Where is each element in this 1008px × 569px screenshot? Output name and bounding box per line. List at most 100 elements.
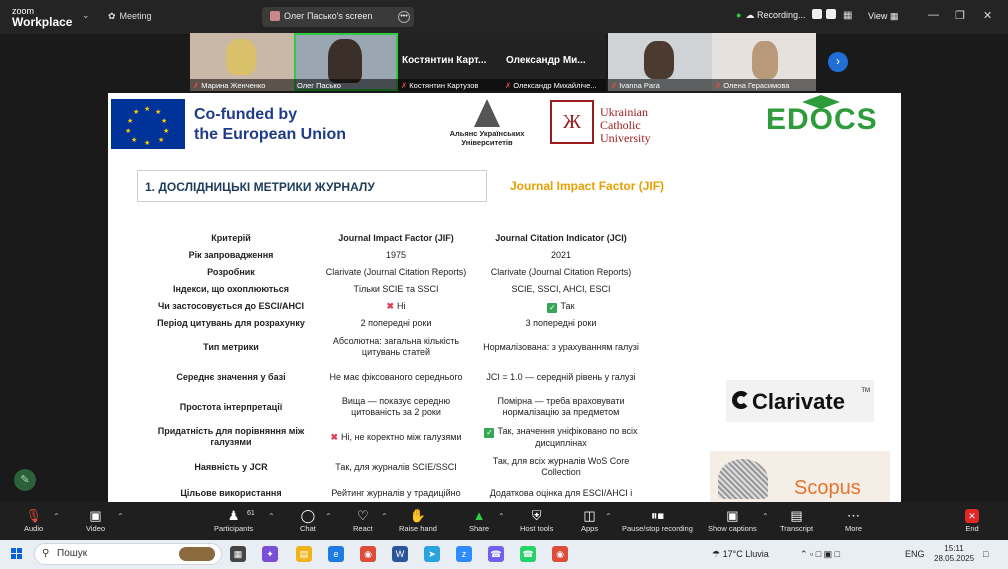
copilot-icon[interactable]: ✦ bbox=[262, 546, 278, 562]
section-title: 1. ДОСЛІДНИЦЬКІ МЕТРИКИ ЖУРНАЛУ bbox=[137, 170, 487, 202]
grid-icon[interactable]: ▦ bbox=[843, 10, 852, 21]
show-captions-button[interactable]: ▣ Show captions bbox=[708, 508, 757, 533]
video-options-caret-icon[interactable]: ⌃ bbox=[117, 512, 124, 521]
pause-stop-recording-button[interactable]: ⏸⏹ Pause/stop recording bbox=[622, 508, 693, 533]
windows-taskbar: ⚲ Пошук ▦ ✦ ▤ e ◉ W ➤ z ☎ ☎ ◉ ☂ 17°C Llu… bbox=[0, 540, 1008, 569]
captions-caret-icon[interactable]: ⌃ bbox=[762, 512, 769, 521]
participant-tile[interactable]: ✗ Олена Герасимова bbox=[712, 33, 816, 91]
table-header-row: Критерій Journal Impact Factor (JIF) Jou… bbox=[146, 230, 646, 247]
next-participants-button[interactable]: › bbox=[828, 52, 848, 72]
clarivate-logo: Clarivate TM bbox=[726, 380, 874, 422]
participants-caret-icon[interactable]: ⌃ bbox=[268, 512, 275, 521]
word-icon[interactable]: W bbox=[392, 546, 408, 562]
hand-icon: ✋ bbox=[409, 508, 427, 523]
file-explorer-icon[interactable]: ▤ bbox=[296, 546, 312, 562]
share-caret-icon[interactable]: ⌃ bbox=[498, 512, 505, 521]
audio-options-caret-icon[interactable]: ⌃ bbox=[53, 512, 60, 521]
transcript-button[interactable]: ▤ Transcript bbox=[780, 508, 813, 533]
zoom-app-icon[interactable]: z bbox=[456, 546, 472, 562]
chrome-profile-icon[interactable]: ◉ bbox=[552, 546, 568, 562]
chat-caret-icon[interactable]: ⌃ bbox=[325, 512, 332, 521]
search-icon: ⚲ bbox=[42, 548, 50, 559]
recording-indicator[interactable]: ● ☁ Recording... bbox=[736, 9, 836, 21]
shield-icon: ● bbox=[736, 10, 742, 20]
react-button[interactable]: ♡ React bbox=[353, 508, 373, 533]
captions-icon: ▣ bbox=[726, 508, 739, 523]
chrome-icon[interactable]: ◉ bbox=[360, 546, 376, 562]
participant-tile[interactable]: Костянтин Карт... ✗ Костянтин Картузов bbox=[398, 33, 502, 91]
video-button[interactable]: ▣ Video bbox=[86, 508, 105, 533]
table-row: Наявність у JCR Так, для журналів SCIE/S… bbox=[194, 456, 630, 477]
raise-hand-button[interactable]: ✋ Raise hand bbox=[399, 508, 437, 533]
end-meeting-button[interactable]: ✕ End bbox=[965, 508, 979, 533]
meeting-toolbar: 🎙 Audio ⌃ ▣ Video ⌃ ♟ Participants 61 ⌃ ◯ Ch… bbox=[0, 502, 1008, 540]
paw-icon: ✿ bbox=[108, 11, 116, 21]
avatar bbox=[270, 11, 280, 21]
pause-recording-icon[interactable] bbox=[812, 9, 822, 19]
participant-tile-active[interactable]: Олег Пасько bbox=[294, 33, 398, 91]
system-tray-icons[interactable]: ⌃ ▫ □ ▣ □ bbox=[800, 549, 840, 560]
more-options-icon[interactable]: ••• bbox=[398, 11, 410, 23]
apps-caret-icon[interactable]: ⌃ bbox=[605, 512, 612, 521]
participant-video bbox=[328, 39, 362, 83]
close-icon[interactable]: ✕ bbox=[983, 9, 992, 22]
cross-mark-icon: ✖ bbox=[330, 431, 339, 442]
scopus-logo: Scopus bbox=[710, 451, 890, 502]
table-row: Рік запровадження 1975 2021 bbox=[188, 250, 572, 260]
chat-button[interactable]: ◯ Chat bbox=[300, 508, 316, 533]
participant-tile[interactable]: ✗ Ivanna Para bbox=[608, 33, 712, 91]
taskbar-search-input[interactable]: ⚲ Пошук bbox=[34, 543, 222, 565]
chevron-down-icon[interactable]: ⌄ bbox=[82, 10, 90, 21]
tree-icon bbox=[718, 459, 768, 499]
heart-icon: ♡ bbox=[356, 508, 369, 523]
apps-button[interactable]: ◫ Apps bbox=[581, 508, 598, 533]
view-button[interactable]: View ▦ bbox=[868, 11, 898, 22]
notifications-icon[interactable]: □ bbox=[983, 549, 988, 559]
check-mark-icon: ✓ bbox=[484, 427, 495, 438]
check-mark-icon: ✓ bbox=[547, 302, 558, 313]
video-camera-icon: ▣ bbox=[89, 508, 102, 523]
telegram-icon[interactable]: ➤ bbox=[424, 546, 440, 562]
table-row: Індекси, що охоплюються Тільки SCIE та S… bbox=[172, 284, 611, 294]
language-indicator[interactable]: ENG bbox=[905, 549, 925, 559]
restore-icon[interactable]: ❐ bbox=[955, 9, 965, 22]
screen-share-indicator[interactable]: Олег Пасько's screen ••• bbox=[262, 7, 414, 27]
task-view-icon[interactable]: ▦ bbox=[230, 546, 246, 562]
table-row: Розробник Clarivate (Journal Citation Re… bbox=[207, 267, 632, 277]
stop-recording-icon[interactable] bbox=[826, 9, 836, 19]
cross-mark-icon: ✖ bbox=[386, 301, 395, 311]
share-button[interactable]: ▲ Share bbox=[469, 508, 489, 533]
weather-widget[interactable]: ☂ 17°C Lluvia bbox=[712, 549, 769, 560]
windows-start-icon[interactable] bbox=[11, 548, 23, 560]
viber-icon[interactable]: ☎ bbox=[488, 546, 504, 562]
table-row: Придатність для порівняння між галузями … bbox=[157, 425, 638, 448]
annotate-pencil-icon[interactable]: ✎ bbox=[14, 469, 36, 491]
table-row: Чи застосовується до ESCI/AHCI ✖ Ні ✓ Так bbox=[157, 300, 575, 313]
zoom-title-bar: zoom Workplace ⌄ ✿ Meeting Олег Пасько's … bbox=[0, 0, 1008, 34]
mic-muted-icon: ✗ bbox=[505, 81, 512, 90]
host-tools-button[interactable]: ⛨ Host tools bbox=[520, 508, 553, 533]
meeting-label[interactable]: ✿ Meeting bbox=[108, 11, 152, 22]
taskbar-clock[interactable]: 15:11 28.05.2025 bbox=[934, 544, 974, 564]
search-highlight-image bbox=[179, 547, 215, 561]
participant-tile[interactable]: Олександр Ми... ✗ Олександр Михайліче... bbox=[502, 33, 606, 91]
more-dots-icon: ⋯ bbox=[847, 508, 861, 523]
mic-muted-icon: ✗ bbox=[715, 81, 722, 90]
participant-video bbox=[752, 41, 778, 79]
participant-tile[interactable]: ✗ Марина Женченко bbox=[190, 33, 294, 91]
column-header: Journal Citation Indicator (JCI) bbox=[495, 233, 627, 243]
participants-count: 61 bbox=[247, 510, 255, 517]
ucu-seal-icon: Ж bbox=[550, 100, 594, 144]
pause-stop-icon: ⏸⏹ bbox=[650, 508, 664, 523]
apps-icon: ◫ bbox=[583, 508, 596, 523]
audio-button[interactable]: 🎙 Audio bbox=[24, 508, 43, 533]
table-row: Період цитувань для розрахунку 2 поперед… bbox=[157, 318, 597, 328]
participant-video bbox=[226, 39, 256, 75]
more-button[interactable]: ⋯ More bbox=[845, 508, 862, 533]
shared-slide: ★ ★ ★ ★ ★ ★ ★ ★ ★ ★ Co-funded by the European … bbox=[108, 93, 901, 502]
react-caret-icon[interactable]: ⌃ bbox=[381, 512, 388, 521]
edge-icon[interactable]: e bbox=[328, 546, 344, 562]
whatsapp-icon[interactable]: ☎ bbox=[520, 546, 536, 562]
mic-muted-icon: ✗ bbox=[401, 81, 408, 90]
minimize-icon[interactable]: — bbox=[928, 9, 939, 21]
